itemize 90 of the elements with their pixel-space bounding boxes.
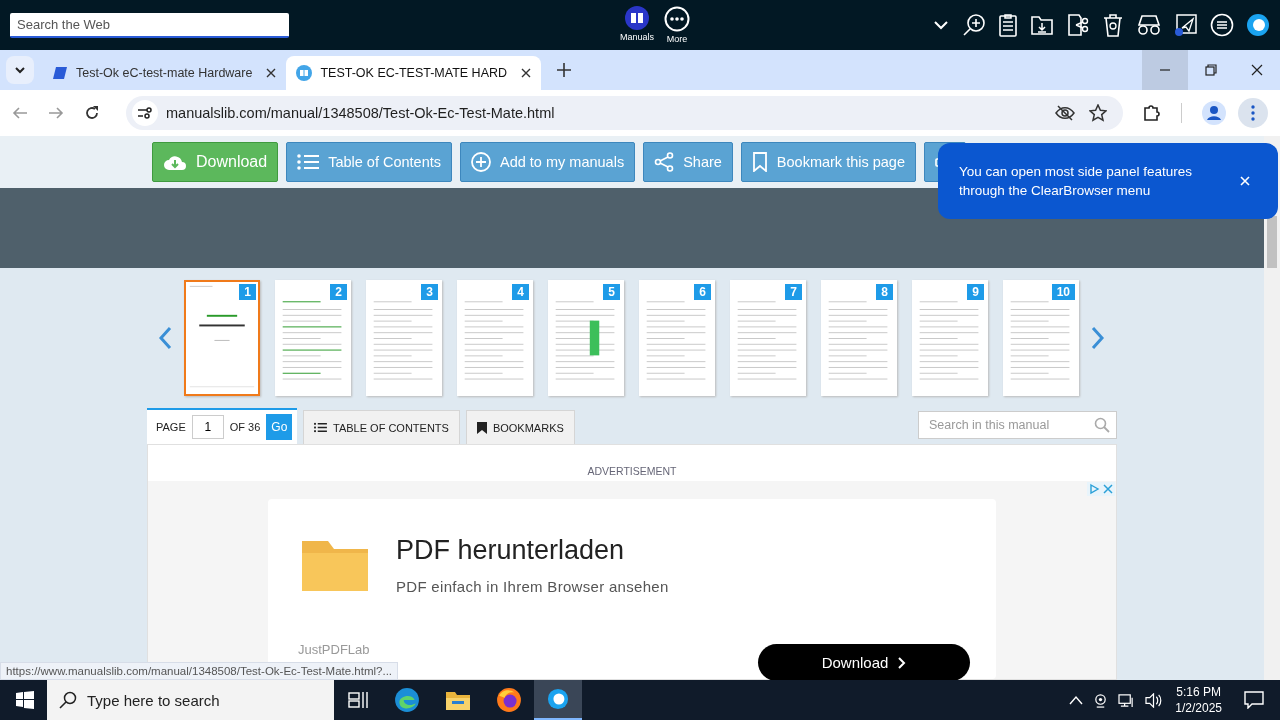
new-tab-icon[interactable] xyxy=(557,63,572,77)
chevron-right-icon xyxy=(898,656,907,669)
toolbar-button[interactable]: Share xyxy=(643,142,733,182)
kebab-icon xyxy=(1251,105,1255,121)
send-icon[interactable] xyxy=(1174,13,1198,37)
page-thumbnail[interactable]: 2 xyxy=(275,280,351,396)
folder-download-icon[interactable] xyxy=(1030,14,1054,36)
toolbar-button[interactable]: Download xyxy=(152,142,279,182)
page-thumbnail[interactable]: 7 xyxy=(730,280,806,396)
extensions-icon[interactable] xyxy=(1143,104,1161,122)
back-icon[interactable] xyxy=(12,105,28,121)
chevron-down-icon xyxy=(14,64,26,76)
web-search-field[interactable]: Search the Web xyxy=(10,12,289,38)
tooltip: You can open most side panel features through the ClearBrowser menu xyxy=(938,143,1278,219)
toolbar-button[interactable]: Table of Contents xyxy=(286,142,452,182)
close-icon[interactable] xyxy=(266,68,277,78)
volume-icon[interactable] xyxy=(1145,692,1163,708)
share-icon xyxy=(654,152,675,172)
trash-icon[interactable] xyxy=(1102,13,1124,37)
reload-icon[interactable] xyxy=(84,105,100,121)
page-thumbnail[interactable]: 9 xyxy=(912,280,988,396)
restore-icon xyxy=(1205,64,1217,76)
menu-icon[interactable] xyxy=(1210,13,1234,37)
forward-icon[interactable] xyxy=(48,105,64,121)
plus-circle-icon xyxy=(471,152,491,172)
page-count: OF 36 xyxy=(229,421,261,433)
chevron-up-icon[interactable] xyxy=(1069,695,1084,705)
bookmark-icon xyxy=(751,152,768,172)
tab-title: TEST-OK EC-TEST-MATE HARD xyxy=(320,66,508,80)
book-favicon-icon xyxy=(296,65,313,81)
browser-logo-icon xyxy=(547,688,569,710)
advertisement-label: ADVERTISEMENT xyxy=(586,464,678,479)
toolbar-button[interactable]: Add to my manuals xyxy=(460,142,636,182)
list-icon xyxy=(297,153,320,171)
menu-button[interactable] xyxy=(1238,98,1268,128)
zoom-in-icon[interactable] xyxy=(962,13,986,37)
viewer-tab[interactable]: TABLE OF CONTENTS xyxy=(303,410,460,444)
bookmark-icon xyxy=(476,421,487,434)
manual-search-field[interactable]: Search in this manual xyxy=(918,411,1117,439)
go-button[interactable]: Go xyxy=(266,414,293,440)
star-icon[interactable] xyxy=(1089,104,1107,122)
ad-title: PDF herunterladen xyxy=(396,535,626,566)
webcam-icon[interactable] xyxy=(1093,692,1109,708)
page-label: PAGE xyxy=(156,421,186,433)
page-input[interactable]: 1 xyxy=(191,415,224,439)
ad-choices-icon[interactable] xyxy=(1087,482,1115,496)
tab-title: Test-Ok eC-test-mate Hardware xyxy=(76,66,253,80)
page-thumbnail[interactable]: 4 xyxy=(457,280,533,396)
app-button[interactable]: Manuals xyxy=(620,6,655,44)
close-icon xyxy=(1251,64,1263,76)
page-thumbnail[interactable]: 8 xyxy=(821,280,897,396)
eye-slash-icon[interactable] xyxy=(1055,105,1075,121)
close-icon[interactable] xyxy=(521,68,532,78)
page-favicon-icon xyxy=(52,65,68,81)
browser-logo-icon[interactable] xyxy=(1246,13,1270,37)
page-thumbnail[interactable]: 6 xyxy=(639,280,715,396)
clipboard-icon[interactable] xyxy=(998,13,1018,37)
browser-tab[interactable]: Test-Ok eC-test-mate Hardware xyxy=(42,56,287,90)
page-thumbnail[interactable]: 10 xyxy=(1003,280,1079,396)
clock-time: 5:16 PM xyxy=(1176,684,1221,700)
profile-icon[interactable] xyxy=(1202,101,1226,125)
firefox-icon[interactable] xyxy=(496,687,522,713)
list-icon xyxy=(314,422,327,433)
incognito-icon[interactable] xyxy=(1136,14,1162,36)
scissors-icon[interactable] xyxy=(1066,13,1090,37)
tab-list-button[interactable] xyxy=(6,56,34,84)
more-icon xyxy=(664,6,691,32)
ad-subtitle: PDF einfach in Ihrem Browser ansehen xyxy=(396,578,669,595)
toolbar-button[interactable]: Bookmark this page xyxy=(740,142,916,182)
browser-tab[interactable]: TEST-OK EC-TEST-MATE HARD xyxy=(286,56,542,90)
network-icon[interactable] xyxy=(1118,692,1136,708)
notification-icon[interactable] xyxy=(1244,691,1264,709)
folder-icon[interactable] xyxy=(446,690,470,710)
address-field[interactable]: manualslib.com/manual/1348508/Test-Ok-Ec-Test-Mate.html xyxy=(166,105,555,121)
page-thumbnail[interactable]: 5 xyxy=(548,280,624,396)
viewer-tab[interactable]: BOOKMARKS xyxy=(465,410,575,444)
task-view-icon[interactable] xyxy=(348,691,368,709)
clock-date: 1/2/2025 xyxy=(1175,700,1222,716)
page-thumbnail[interactable]: 1 xyxy=(184,280,260,396)
app-button[interactable]: More xyxy=(664,6,691,44)
ad-download-button[interactable]: Download xyxy=(758,644,970,680)
status-url: https://www.manualslib.com/manual/1348508/Test-Ok-Ec-Test-Mate.html?... xyxy=(0,662,399,680)
book-icon xyxy=(625,6,649,30)
site-settings-icon[interactable] xyxy=(132,100,158,126)
taskbar-search-field[interactable]: Type here to search xyxy=(47,680,334,720)
page-thumbnail[interactable]: 3 xyxy=(366,280,442,396)
windows-start-icon[interactable] xyxy=(16,691,34,709)
browser-taskbar-button[interactable] xyxy=(534,680,582,720)
edge-icon[interactable] xyxy=(394,687,420,713)
cloud-download-icon xyxy=(163,153,187,171)
